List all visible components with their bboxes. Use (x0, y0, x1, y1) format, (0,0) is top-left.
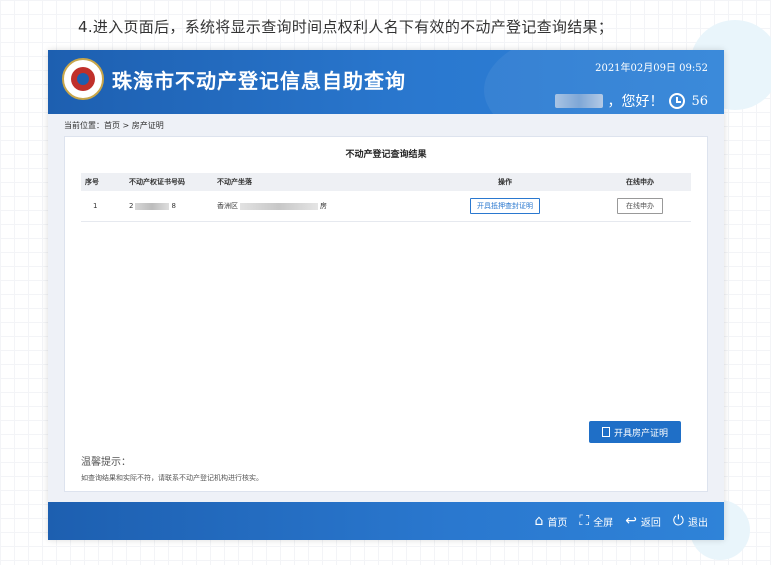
location-prefix: 香洲区 (217, 202, 238, 210)
power-icon: ⏻ (672, 513, 684, 529)
home-button[interactable]: ⌂ 首页 (534, 514, 567, 529)
location-redacted (240, 202, 318, 210)
back-arrow-icon: ↩ (625, 513, 637, 529)
greeting-text: ，您好！ (607, 94, 664, 110)
cell-action: 开具抵押查封证明 (421, 191, 589, 222)
breadcrumb: 当前位置：首页 > 房产证明 (64, 121, 164, 130)
cell-cert-number: 28 (125, 191, 213, 222)
clock-icon (669, 93, 686, 109)
greeting-row: ，您好！ 56 (555, 91, 708, 111)
home-label: 首页 (547, 517, 568, 529)
back-label: 返回 (640, 517, 661, 529)
home-icon: ⌂ (534, 513, 544, 529)
emblem-logo-inner (71, 67, 95, 91)
emblem-logo-core (77, 73, 89, 85)
fullscreen-icon: ⛶ (579, 513, 590, 529)
cell-online: 在线申办 (589, 191, 691, 222)
countdown-seconds: 56 (691, 93, 708, 109)
table-header-row: 序号 不动产权证书号码 不动产坐落 操作 在线申办 (81, 173, 691, 191)
document-icon (601, 427, 610, 437)
column-header-cert-number: 不动产权证书号码 (125, 173, 213, 191)
cert-prefix: 2 (129, 202, 134, 210)
column-header-index: 序号 (81, 173, 125, 191)
cell-location: 香洲区 房 (213, 191, 421, 222)
exit-label: 退出 (688, 517, 708, 529)
tips-text: 如查询结果和实际不符，请联系不动产登记机构进行核实。 (81, 474, 263, 482)
mortgage-certificate-button[interactable]: 开具抵押查封证明 (470, 198, 540, 214)
result-table: 序号 不动产权证书号码 不动产坐落 操作 在线申办 1 28 香洲区房 开具抵押… (81, 173, 691, 222)
header-bar: 珠海市不动产登记信息自助查询 2021年02月09日 09:52 ，您好！ 56 (48, 50, 724, 114)
house-certificate-label: 开具房产证明 (613, 428, 668, 439)
app-window: 珠海市不动产登记信息自助查询 2021年02月09日 09:52 ，您好！ 56… (48, 50, 724, 540)
tips-title: 温馨提示： (81, 457, 131, 468)
cert-suffix: 8 (171, 202, 176, 210)
current-datetime: 2021年02月09日 09:52 (595, 63, 708, 74)
column-header-action: 操作 (421, 173, 589, 191)
caption-text: 4.进入页面后，系统将显示查询时间点权利人名下有效的不动产登记查询结果； (78, 18, 614, 36)
result-panel: 不动产登记查询结果 序号 不动产权证书号码 不动产坐落 操作 在线申办 1 28 (64, 136, 708, 492)
table-row: 1 28 香洲区房 开具抵押查封证明 在线申办 (81, 191, 691, 222)
house-certificate-button[interactable]: 开具房产证明 (589, 421, 681, 443)
online-apply-button[interactable]: 在线申办 (617, 198, 663, 214)
panel-title: 不动产登记查询结果 (345, 150, 427, 160)
back-button[interactable]: ↩ 返回 (625, 514, 661, 529)
exit-button[interactable]: ⏻ 退出 (673, 514, 708, 529)
emblem-logo (62, 58, 104, 100)
location-suffix: 房 (320, 202, 327, 210)
cert-redacted (135, 202, 170, 210)
column-header-online: 在线申办 (589, 173, 691, 191)
column-header-location: 不动产坐落 (213, 173, 421, 191)
cell-index: 1 (81, 191, 125, 222)
footer-bar: ⌂ 首页 ⛶ 全屏 ↩ 返回 ⏻ 退出 (48, 502, 724, 540)
fullscreen-button[interactable]: ⛶ 全屏 (579, 514, 613, 529)
app-title: 珠海市不动产登记信息自助查询 (112, 69, 406, 93)
username-redacted (555, 94, 604, 108)
fullscreen-label: 全屏 (593, 517, 614, 529)
